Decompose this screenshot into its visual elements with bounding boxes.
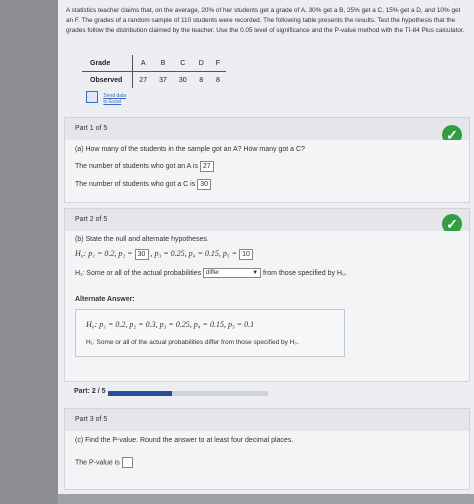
part2-body: (b) State the null and alternate hypothe… — [64, 231, 470, 382]
alternate-h1: H₁: Some or all of the actual probabilit… — [86, 339, 299, 346]
observed-cell: 37 — [159, 76, 167, 84]
observed-cell: 8 — [215, 76, 220, 84]
dropdown-arrow-icon: ▼ — [252, 270, 259, 276]
bottom-edge — [58, 494, 474, 504]
alternate-h0: H₀: p₁ = 0.2, p₂ = 0.3, p₃ = 0.25, p₄ = … — [86, 320, 255, 329]
alternate-answer-box: H₀: p₁ = 0.2, p₂ = 0.3, p₃ = 0.25, p₄ = … — [75, 309, 345, 357]
h1-relation-select[interactable]: differ ▼ — [203, 268, 262, 278]
send-to-excel-text: Send data to Excel — [103, 93, 127, 105]
grade-header: Grade — [82, 55, 134, 72]
part1-c-line: The number of students who got a C is 30 — [75, 179, 212, 190]
part1-header: Part 1 of 5 — [64, 117, 470, 141]
part3-question: (c) Find the P-value. Round the answer t… — [75, 437, 294, 444]
grades-table: Grade A B C D F Observed 27 37 30 8 8 — [82, 55, 227, 88]
alternate-answer-title: Alternate Answer: — [75, 296, 135, 303]
part3-header: Part 3 of 5 — [64, 408, 470, 432]
h0-line: H₀: p₁ = 0.2, p₂ = 30 , p₃ = 0.25, p₄ = … — [75, 249, 253, 260]
part3-body: (c) Find the P-value. Round the answer t… — [64, 431, 470, 490]
grades-table-header-row: Grade A B C D F — [82, 55, 227, 72]
observed-label: Observed — [82, 71, 134, 88]
grades-table-observed-row: Observed 27 37 30 8 8 — [82, 71, 226, 88]
grade-cell: D — [192, 55, 210, 72]
part2-label: Part 2 of 5 — [75, 216, 108, 223]
pvalue-input[interactable] — [121, 457, 133, 468]
grade-cell: C — [172, 55, 193, 72]
observed-cell: 30 — [178, 76, 187, 84]
part3-label: Part 3 of 5 — [75, 416, 108, 423]
pvalue-line: The P-value is — [75, 457, 133, 468]
a-count-input[interactable]: 27 — [199, 161, 214, 172]
send-to-excel-link[interactable]: Send data to Excel — [86, 91, 127, 105]
observed-cell: 8 — [199, 76, 204, 84]
part1-label: Part 1 of 5 — [75, 125, 108, 132]
observed-cell: 27 — [139, 76, 148, 84]
spreadsheet-icon — [86, 91, 98, 103]
part1-question: (a) How many of the students in the samp… — [75, 146, 305, 153]
c-count-input[interactable]: 30 — [197, 179, 212, 190]
part2-question: (b) State the null and alternate hypothe… — [75, 236, 209, 243]
progress-track — [108, 391, 268, 396]
part1-body: (a) How many of the students in the samp… — [64, 140, 470, 203]
grade-cell: A — [132, 55, 154, 72]
part1-a-line: The number of students who got an A is 2… — [75, 161, 214, 172]
problem-statement: A statistics teacher claims that, on the… — [66, 7, 465, 34]
part2-header: Part 2 of 5 — [64, 208, 470, 232]
h1-line: H₁: Some or all of the actual probabilit… — [75, 268, 347, 278]
part-progress-label: Part: 2 / 5 — [74, 388, 106, 395]
progress-fill — [108, 391, 172, 396]
p5-input[interactable]: 10 — [239, 249, 253, 260]
assignment-page: A statistics teacher claims that, on the… — [58, 0, 474, 504]
p2-input[interactable]: 30 — [134, 249, 149, 260]
part-progress: Part: 2 / 5 — [64, 386, 468, 400]
grade-cell: F — [209, 55, 227, 72]
grade-cell: B — [153, 55, 173, 72]
